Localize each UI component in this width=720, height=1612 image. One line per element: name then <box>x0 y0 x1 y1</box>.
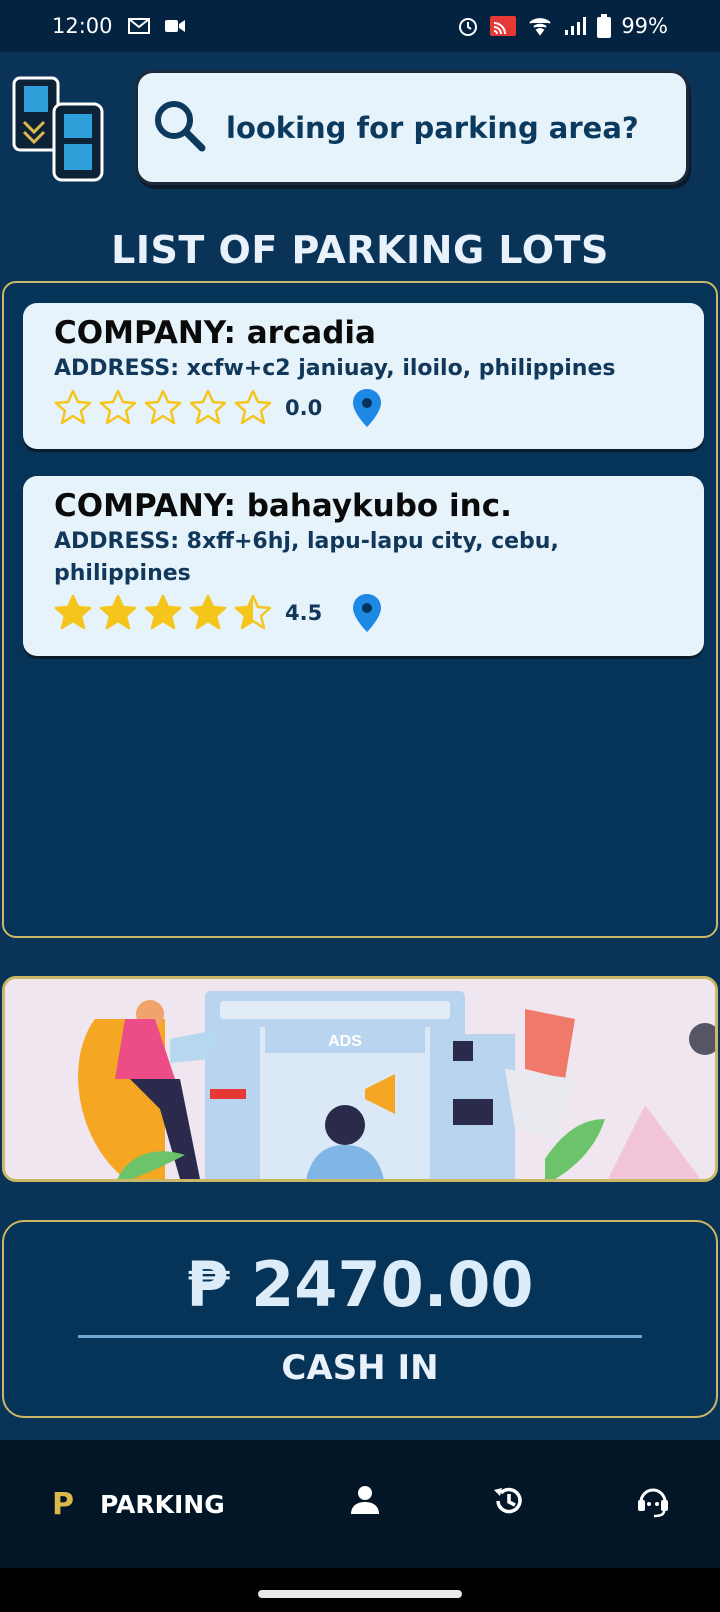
rating-stars <box>54 594 279 632</box>
lot-rating: 0.0 <box>54 389 704 427</box>
wallet-balance-card: ₱ 2470.00 CASH IN <box>2 1220 718 1418</box>
star-icon <box>144 389 182 427</box>
star-icon <box>99 389 137 427</box>
parking-icon: P <box>52 1486 74 1522</box>
search-icon <box>152 98 208 158</box>
lot-rating: 4.5 <box>54 594 704 632</box>
balance-amount: ₱ 2470.00 <box>186 1248 534 1321</box>
signal-icon <box>563 16 587 36</box>
battery-percent: 99% <box>621 14 668 38</box>
parking-lot-card[interactable]: COMPANY: bahaykubo inc. ADDRESS: 8xff+6h… <box>23 476 704 656</box>
star-icon <box>189 594 227 632</box>
search-placeholder: looking for parking area? <box>226 110 639 145</box>
status-time: 12:00 <box>52 14 113 38</box>
parking-lots-list[interactable]: COMPANY: arcadia ADDRESS: xcfw+c2 janiua… <box>2 281 718 938</box>
ads-label: ADS <box>328 1033 362 1050</box>
wifi-icon <box>527 16 553 36</box>
divider <box>78 1335 642 1338</box>
star-icon <box>99 594 137 632</box>
nav-parking[interactable]: P PARKING <box>52 1487 225 1522</box>
lot-address: ADDRESS: xcfw+c2 janiuay, iloilo, philip… <box>54 356 616 381</box>
history-icon[interactable] <box>492 1484 528 1520</box>
star-icon <box>54 594 92 632</box>
ad-banner[interactable]: ADS <box>2 976 718 1182</box>
lot-company: COMPANY: bahaykubo inc. <box>54 488 512 524</box>
cast-icon <box>489 15 517 37</box>
star-icon <box>189 389 227 427</box>
app-logo <box>10 72 106 182</box>
star-icon <box>234 594 272 632</box>
profile-icon[interactable] <box>349 1484 385 1520</box>
location-pin-icon[interactable] <box>352 594 382 632</box>
status-bar: 12:00 99% <box>0 0 720 52</box>
support-icon[interactable] <box>636 1484 672 1520</box>
star-icon <box>54 389 92 427</box>
lot-company: COMPANY: arcadia <box>54 315 376 351</box>
bottom-nav: P PARKING <box>0 1440 720 1568</box>
rating-stars <box>54 389 279 427</box>
location-pin-icon[interactable] <box>352 389 382 427</box>
rating-value: 4.5 <box>285 601 323 625</box>
cash-in-button[interactable]: CASH IN <box>281 1348 438 1388</box>
gmail-icon <box>127 17 151 35</box>
rating-value: 0.0 <box>285 396 323 420</box>
nav-parking-label: PARKING <box>100 1489 225 1519</box>
star-icon <box>234 389 272 427</box>
battery-icon <box>597 14 612 38</box>
parking-lot-card[interactable]: COMPANY: arcadia ADDRESS: xcfw+c2 janiua… <box>23 303 704 449</box>
star-icon <box>144 594 182 632</box>
alarm-icon <box>457 15 479 37</box>
home-gesture-bar[interactable] <box>258 1590 462 1598</box>
section-title: LIST OF PARKING LOTS <box>111 228 609 272</box>
lot-address: ADDRESS: 8xff+6hj, lapu-lapu city, cebu,… <box>54 529 559 586</box>
video-icon <box>164 19 185 33</box>
search-input[interactable]: looking for parking area? <box>135 70 689 185</box>
